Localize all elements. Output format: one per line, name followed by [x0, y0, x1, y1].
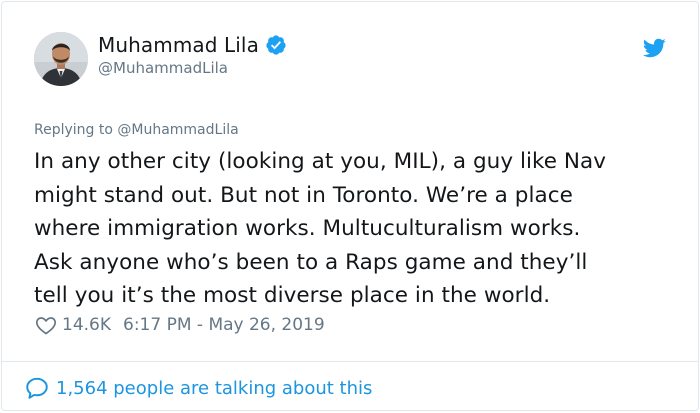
- tweet-timestamp[interactable]: 6:17 PM - May 26, 2019: [123, 315, 325, 335]
- avatar-image: [34, 32, 88, 86]
- conversation-link[interactable]: 1,564 people are talking about this: [24, 375, 372, 401]
- tweet-text: In any other city (looking at you, MIL),…: [34, 149, 607, 308]
- talking-count-label: 1,564 people are talking about this: [56, 377, 373, 399]
- like-count[interactable]: 14.6K: [62, 315, 111, 335]
- avatar[interactable]: [34, 32, 88, 86]
- divider: [2, 361, 698, 362]
- author-name[interactable]: Muhammad Lila: [98, 33, 259, 57]
- tweet-card: Muhammad Lila @MuhammadLila Replying to …: [1, 1, 699, 411]
- replying-to[interactable]: Replying to @MuhammadLila: [34, 122, 239, 138]
- heart-icon[interactable]: [34, 313, 58, 337]
- speech-bubble-icon: [26, 377, 48, 399]
- verified-badge-icon: [266, 35, 286, 55]
- twitter-bird-icon[interactable]: [642, 36, 666, 60]
- tweet-meta: 14.6K 6:17 PM - May 26, 2019: [34, 313, 325, 337]
- author-handle[interactable]: @MuhammadLila: [98, 59, 228, 77]
- author-name-row: Muhammad Lila: [98, 33, 287, 57]
